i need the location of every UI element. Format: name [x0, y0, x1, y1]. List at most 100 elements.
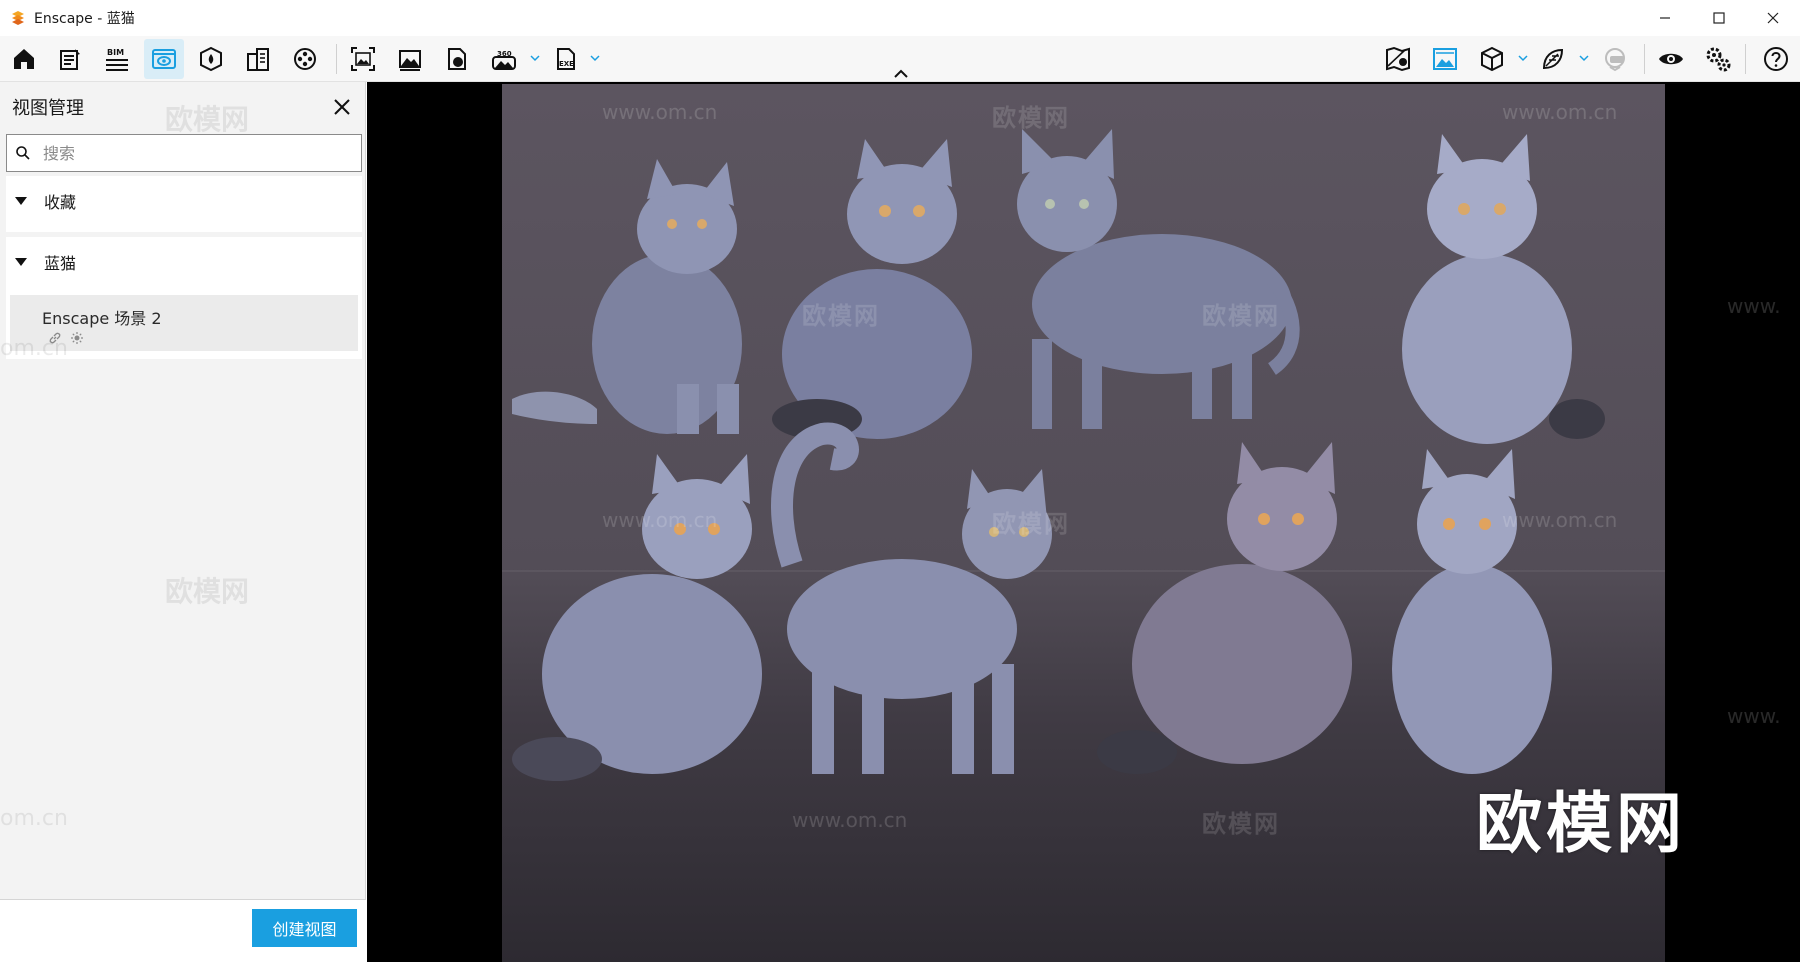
- window-title: Enscape - 蓝猫: [34, 11, 135, 27]
- svg-text:BIM: BIM: [107, 48, 124, 57]
- watermark-url: www.om.cn: [1502, 508, 1618, 532]
- favorites-label: 收藏: [44, 193, 77, 212]
- cube-button[interactable]: [1472, 39, 1512, 79]
- watermark-logo: 欧模网: [1476, 785, 1686, 862]
- home-button[interactable]: [4, 39, 44, 79]
- asset-library-button[interactable]: [191, 39, 231, 79]
- settings-icon: [1706, 47, 1731, 72]
- settings-button[interactable]: [1698, 39, 1738, 79]
- close-window-button[interactable]: [1746, 0, 1800, 36]
- cat-figure: [512, 159, 742, 434]
- image-view-button[interactable]: [1425, 39, 1465, 79]
- triangle-down-icon: [15, 197, 27, 205]
- web-standalone-icon: [448, 48, 466, 70]
- panel-title: 视图管理: [12, 98, 84, 119]
- search-field[interactable]: [6, 134, 362, 172]
- close-icon: [1767, 12, 1779, 24]
- cat-figure: [512, 454, 762, 781]
- chevron-down-icon: [1579, 55, 1589, 62]
- help-button[interactable]: [1756, 39, 1796, 79]
- panel-footer: 创建视图: [0, 899, 366, 962]
- cat-figure: [771, 422, 1052, 774]
- image-view-icon: [1433, 48, 1457, 70]
- cube-dropdown[interactable]: [1516, 50, 1530, 66]
- asset-library-icon: [200, 46, 222, 72]
- bim-button[interactable]: BIM: [97, 39, 137, 79]
- create-view-button[interactable]: 创建视图: [252, 909, 357, 947]
- watermark-url: www.om.cn: [602, 100, 718, 124]
- cat-figure: [1017, 129, 1300, 429]
- chevron-down-icon: [530, 55, 540, 62]
- watermark-url-fragment: om.cn: [0, 336, 68, 361]
- sun-icon: [71, 332, 83, 344]
- triangle-down-icon: [15, 258, 27, 266]
- batch-render-button[interactable]: [390, 39, 430, 79]
- web-standalone-button[interactable]: [437, 39, 477, 79]
- exe-export-icon: EXE: [557, 48, 575, 70]
- material-dropdown[interactable]: [1577, 50, 1591, 66]
- visual-settings-icon: [1659, 53, 1683, 65]
- material-button[interactable]: [1533, 39, 1573, 79]
- watermark-text: 欧模网: [1202, 302, 1280, 330]
- cube-icon: [1481, 46, 1503, 72]
- help-icon: [1764, 47, 1788, 71]
- video-editor-icon: [294, 48, 316, 70]
- batch-render-icon: [399, 50, 421, 71]
- watermark-text: 欧模网: [165, 575, 250, 608]
- watermark-url: www.om.cn: [1502, 100, 1618, 124]
- collapse-toolbar-caret[interactable]: [893, 68, 909, 80]
- bim-icon: BIM: [106, 48, 128, 71]
- visual-settings-button[interactable]: [1651, 39, 1691, 79]
- enscape-window: Enscape - 蓝猫 BIM 360 EXE 视图管理 搜索 收藏 蓝猫 E…: [0, 0, 1800, 962]
- watermark-url: www.om.cn: [792, 808, 908, 832]
- cat-figure: [1392, 449, 1552, 774]
- scene-group-header[interactable]: 蓝猫: [6, 237, 362, 287]
- watermark-text: 欧模网: [165, 103, 250, 136]
- vr-headset-button[interactable]: [1595, 39, 1635, 79]
- minimize-button[interactable]: [1638, 0, 1692, 36]
- panorama-360-icon: 360: [492, 50, 516, 70]
- exe-export-dropdown[interactable]: [588, 50, 602, 66]
- notes-button[interactable]: [50, 39, 90, 79]
- panorama-button[interactable]: 360: [484, 39, 524, 79]
- material-icon: [1542, 48, 1564, 70]
- enscape-logo-icon: [12, 11, 24, 25]
- svg-text:EXE: EXE: [559, 60, 574, 68]
- maximize-icon: [1713, 12, 1725, 24]
- buildings-icon: [247, 48, 269, 71]
- cat-figure: [1097, 442, 1352, 774]
- search-input[interactable]: [43, 143, 343, 163]
- map-icon: [1386, 46, 1410, 72]
- minimize-icon: [1660, 17, 1670, 19]
- chevron-down-icon: [590, 55, 600, 62]
- toolbar-separator: [336, 44, 337, 74]
- maximize-button[interactable]: [1692, 0, 1746, 36]
- favorites-header[interactable]: 收藏: [6, 176, 362, 226]
- video-editor-button[interactable]: [285, 39, 325, 79]
- watermark-text: 欧模网: [802, 302, 880, 330]
- vr-headset-icon: [1605, 48, 1625, 72]
- watermark-text: 欧模网: [1202, 810, 1280, 838]
- buildings-button[interactable]: [238, 39, 278, 79]
- render-viewport[interactable]: www.om.cn 欧模网 www.om.cn 欧模网 欧模网 欧模网 www.…: [367, 82, 1800, 962]
- watermark-url-prefix: www.: [1727, 704, 1781, 728]
- screenshot-icon: [351, 47, 375, 71]
- home-icon: [14, 49, 34, 69]
- toolbar-separator: [1745, 44, 1746, 74]
- close-panel-icon[interactable]: [330, 95, 354, 119]
- view-item-name: Enscape 场景 2: [42, 309, 162, 328]
- cat-figure: [1402, 134, 1605, 444]
- watermark-url: www.om.cn: [602, 508, 718, 532]
- map-button[interactable]: [1378, 39, 1418, 79]
- scene-group-label: 蓝猫: [44, 254, 77, 273]
- view-management-button[interactable]: [144, 39, 184, 79]
- favorites-section: 收藏: [6, 176, 362, 232]
- screenshot-button[interactable]: [343, 39, 383, 79]
- panorama-dropdown[interactable]: [528, 50, 542, 66]
- search-icon: [16, 146, 30, 160]
- notes-icon: [60, 49, 80, 70]
- watermark-text: 欧模网: [992, 104, 1070, 132]
- chevron-down-icon: [1518, 55, 1528, 62]
- exe-export-button[interactable]: EXE: [546, 39, 586, 79]
- watermark-url-prefix: www.: [1727, 294, 1781, 318]
